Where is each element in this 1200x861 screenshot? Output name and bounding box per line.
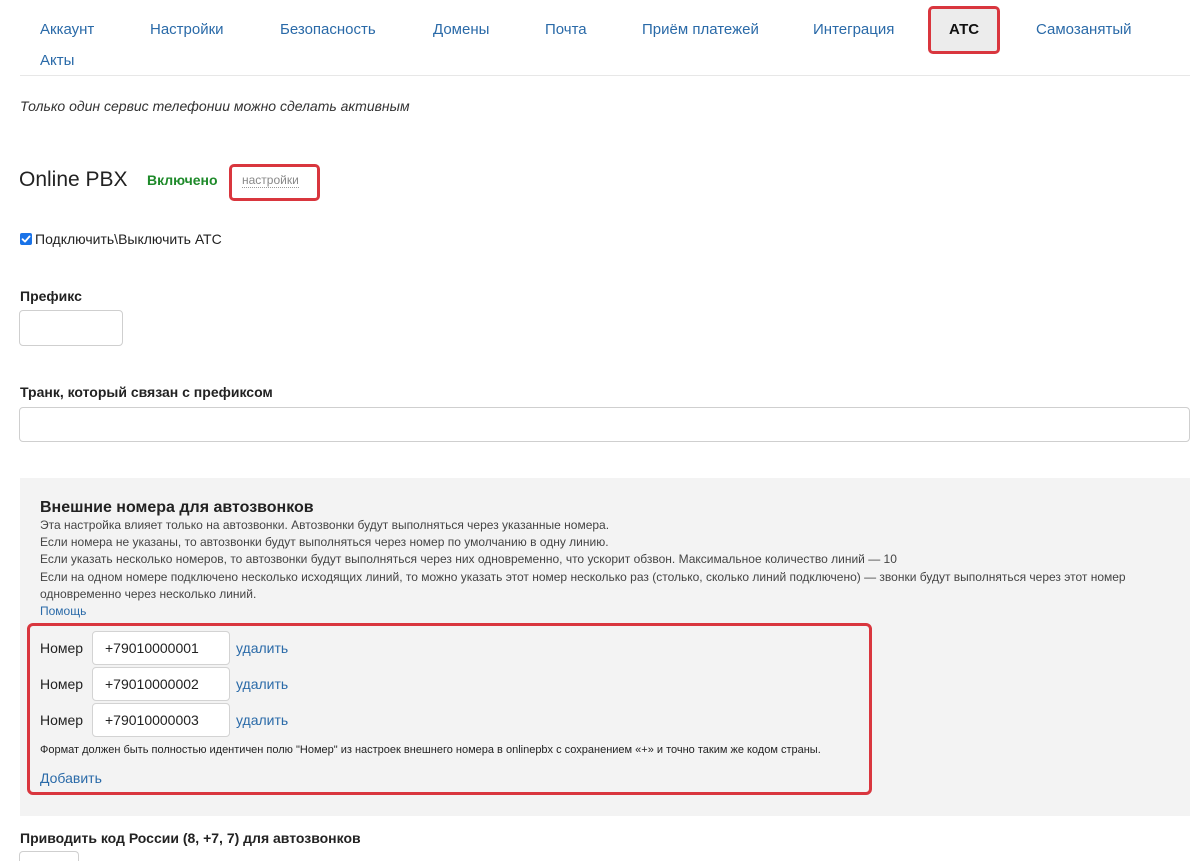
service-title: Online PBX [19, 168, 128, 191]
tab-mail[interactable]: Почта [545, 21, 587, 39]
delete-number-link[interactable]: удалить [236, 676, 288, 692]
delete-number-link[interactable]: удалить [236, 712, 288, 728]
number-row: Номер +79010000003 удалить [40, 703, 288, 737]
russia-code-label: Приводить код России (8, +7, 7) для авто… [20, 830, 361, 846]
checkbox-checked-icon[interactable] [20, 233, 32, 245]
status-badge: Включено [147, 172, 218, 188]
service-settings-link[interactable]: настройки [242, 173, 299, 188]
single-service-note: Только один сервис телефонии можно сдела… [20, 98, 410, 114]
numbers-list-highlight: Номер +79010000001 удалить Номер +790100… [27, 623, 872, 795]
tab-account[interactable]: Аккаунт [40, 21, 94, 39]
tab-self-employed[interactable]: Самозанятый [1036, 21, 1132, 39]
tab-domains[interactable]: Домены [433, 21, 489, 39]
tab-payments[interactable]: Приём платежей [642, 21, 759, 39]
number-label: Номер [40, 676, 84, 692]
number-label: Номер [40, 640, 84, 656]
format-note: Формат должен быть полностью идентичен п… [40, 744, 821, 756]
description-line: Если на одном номере подключено нескольк… [40, 569, 1126, 601]
prefix-label: Префикс [20, 288, 82, 304]
pbx-toggle-label: Подключить\Выключить АТС [35, 231, 222, 247]
tab-settings[interactable]: Настройки [150, 21, 224, 39]
tab-acts[interactable]: Акты [40, 52, 74, 70]
external-numbers-title: Внешние номера для автозвонков [40, 499, 314, 516]
tab-pbx[interactable]: АТС [928, 6, 1001, 54]
help-link[interactable]: Помощь [40, 604, 86, 618]
add-number-link[interactable]: Добавить [40, 770, 102, 786]
pbx-toggle[interactable]: Подключить\Выключить АТС [20, 231, 222, 247]
description-line: Если указать несколько номеров, то автоз… [40, 552, 897, 567]
delete-number-link[interactable]: удалить [236, 640, 288, 656]
tab-security[interactable]: Безопасность [280, 21, 376, 39]
number-input[interactable]: +79010000002 [92, 667, 230, 701]
description-line: Эта настройка влияет только на автозвонк… [40, 518, 610, 532]
trunk-label: Транк, который связан с префиксом [20, 384, 273, 400]
prefix-input[interactable] [19, 310, 123, 346]
external-numbers-description: Эта настройка влияет только на автозвонк… [40, 517, 1140, 603]
number-input[interactable]: +79010000001 [92, 631, 230, 665]
service-settings-highlight: настройки [229, 164, 320, 201]
external-numbers-panel: Внешние номера для автозвонков Эта настр… [20, 478, 1190, 816]
russia-code-select[interactable] [19, 851, 79, 861]
settings-tabs: Аккаунт Настройки Безопасность Домены По… [20, 0, 1190, 76]
trunk-input[interactable] [19, 407, 1190, 442]
description-line: Если номера не указаны, то автозвонки бу… [40, 535, 609, 550]
number-row: Номер +79010000001 удалить [40, 631, 288, 665]
number-row: Номер +79010000002 удалить [40, 667, 288, 701]
number-input[interactable]: +79010000003 [92, 703, 230, 737]
tab-integration[interactable]: Интеграция [813, 21, 894, 39]
number-label: Номер [40, 712, 84, 728]
